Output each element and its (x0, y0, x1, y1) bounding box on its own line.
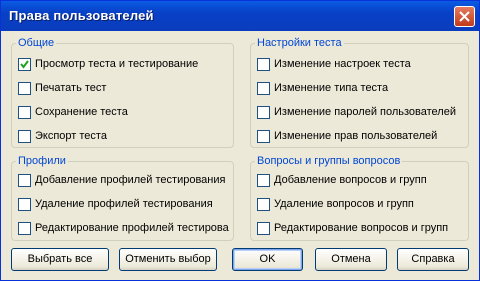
checkbox-label: Удаление профилей тестирования (35, 198, 213, 210)
checkbox-box[interactable] (18, 129, 31, 143)
checkbox-add-profiles[interactable]: Добавление профилей тестирования (18, 172, 225, 188)
close-icon (459, 11, 470, 22)
check-icon (20, 59, 29, 69)
checkbox-box[interactable] (18, 221, 31, 235)
checkbox-label: Сохранение теста (35, 106, 128, 118)
checkbox-change-rights[interactable]: Изменение прав пользователей (257, 128, 437, 144)
checkbox-label: Добавление вопросов и групп (274, 174, 427, 186)
checkbox-change-passwords[interactable]: Изменение паролей пользователей (257, 104, 456, 120)
help-button[interactable]: Справка (397, 248, 469, 271)
checkbox-edit-profiles[interactable]: Редактирование профилей тестирова (18, 220, 229, 236)
checkbox-box[interactable] (257, 221, 270, 235)
checkbox-view-test[interactable]: Просмотр теста и тестирование (18, 56, 198, 72)
group-title-questions: Вопросы и группы вопросов (257, 155, 401, 167)
checkbox-add-questions[interactable]: Добавление вопросов и групп (257, 172, 427, 188)
group-title-test-settings: Настройки теста (257, 37, 342, 49)
checkbox-delete-profiles[interactable]: Удаление профилей тестирования (18, 196, 213, 212)
user-rights-dialog: Права пользователей Общие Просмотр теста… (0, 0, 480, 281)
select-all-button[interactable]: Выбрать все (11, 248, 109, 271)
checkbox-label: Добавление профилей тестирования (35, 174, 226, 186)
checkbox-box[interactable] (18, 105, 31, 119)
checkbox-box[interactable] (18, 197, 31, 211)
checkbox-label: Изменение прав пользователей (274, 130, 438, 142)
checkbox-delete-questions[interactable]: Удаление вопросов и групп (257, 196, 414, 212)
group-general: Общие Просмотр теста и тестирование Печа… (11, 37, 234, 148)
checkbox-edit-questions[interactable]: Редактирование вопросов и групп (257, 220, 448, 236)
group-title-general: Общие (18, 37, 55, 49)
group-profiles: Профили Добавление профилей тестирования… (11, 155, 234, 241)
checkbox-label: Печатать тест (35, 82, 107, 94)
checkbox-export-test[interactable]: Экспорт теста (18, 128, 107, 144)
checkbox-box[interactable] (18, 173, 31, 187)
group-title-profiles: Профили (18, 155, 66, 167)
checkbox-change-settings[interactable]: Изменение настроек теста (257, 56, 411, 72)
checkbox-label: Редактирование профилей тестирова (35, 222, 229, 234)
checkbox-label: Экспорт теста (35, 130, 107, 142)
checkbox-label: Просмотр теста и тестирование (35, 58, 199, 70)
checkbox-print-test[interactable]: Печатать тест (18, 80, 106, 96)
group-questions: Вопросы и группы вопросов Добавление воп… (250, 155, 469, 241)
window-title: Права пользователей (9, 8, 154, 23)
close-button[interactable] (454, 6, 475, 27)
checkbox-box[interactable] (257, 129, 270, 143)
checkbox-box[interactable] (257, 173, 270, 187)
cancel-button[interactable]: Отмена (315, 248, 387, 271)
checkbox-box[interactable] (257, 197, 270, 211)
checkbox-label: Изменение настроек теста (274, 58, 411, 70)
deselect-button[interactable]: Отменить выбор (119, 248, 217, 271)
checkbox-label: Редактирование вопросов и групп (274, 222, 449, 234)
checkbox-box[interactable] (257, 81, 270, 95)
checkbox-label: Удаление вопросов и групп (274, 198, 414, 210)
dialog-body: Общие Просмотр теста и тестирование Печа… (1, 31, 479, 280)
group-test-settings: Настройки теста Изменение настроек теста… (250, 37, 469, 148)
checkbox-box[interactable] (257, 57, 270, 71)
title-bar[interactable]: Права пользователей (1, 1, 479, 31)
checkbox-box[interactable] (257, 105, 270, 119)
checkbox-box[interactable] (18, 81, 31, 95)
checkbox-label: Изменение паролей пользователей (274, 106, 456, 118)
checkbox-change-type[interactable]: Изменение типа теста (257, 80, 388, 96)
checkbox-save-test[interactable]: Сохранение теста (18, 104, 128, 120)
ok-button[interactable]: OK (232, 248, 303, 271)
checkbox-label: Изменение типа теста (274, 82, 389, 94)
checkbox-box[interactable] (18, 57, 31, 71)
